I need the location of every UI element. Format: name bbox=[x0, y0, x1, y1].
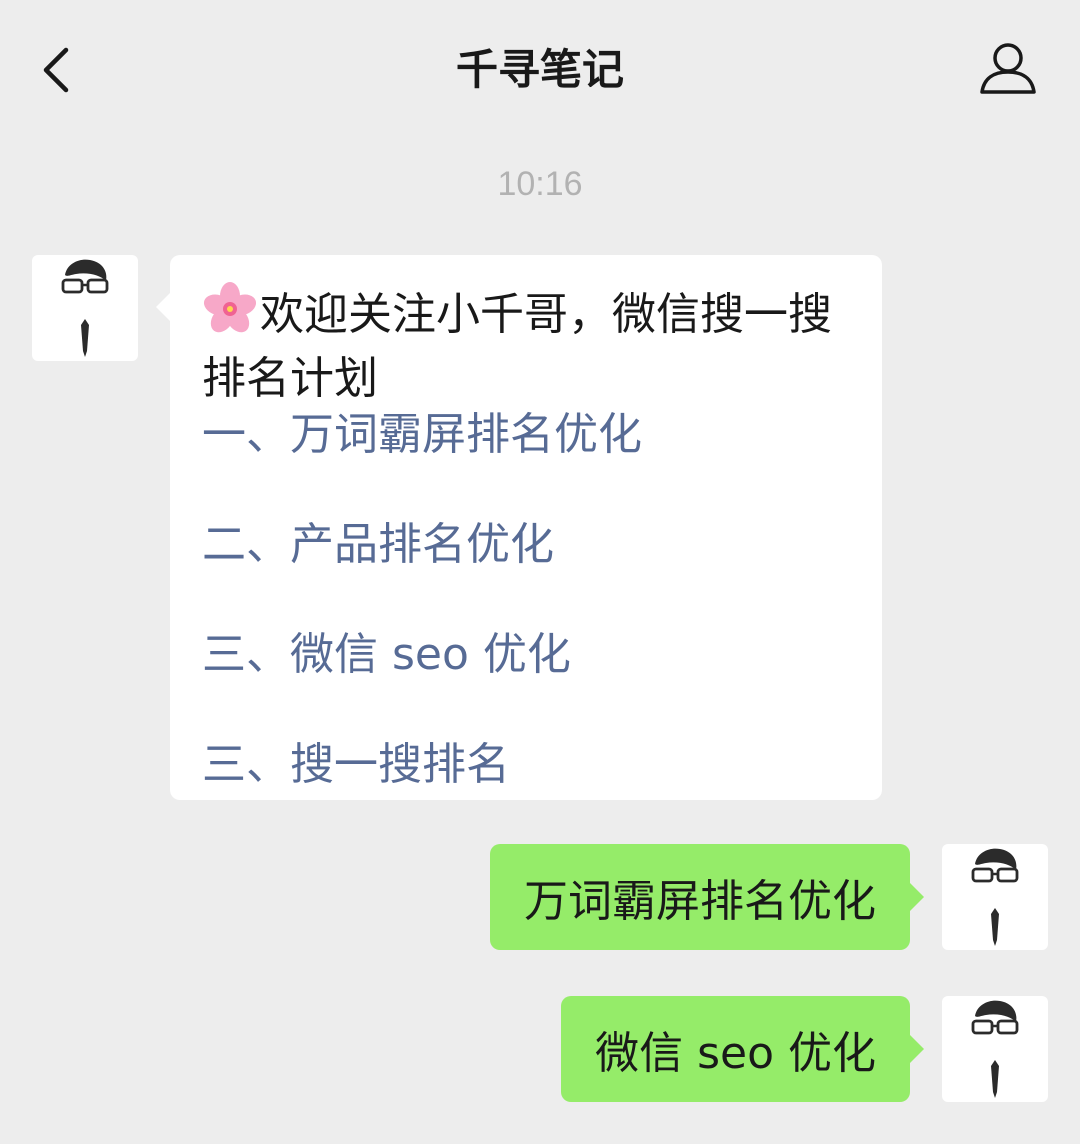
menu-item-wechat-seo[interactable]: 三、微信 seo 优化 bbox=[202, 627, 852, 683]
cherry-blossom-emoji bbox=[202, 281, 258, 351]
person-icon bbox=[980, 43, 1036, 94]
welcome-intro-text: 欢迎关注小千哥，微信搜一搜排名计划 bbox=[202, 289, 832, 404]
user-avatar[interactable] bbox=[942, 996, 1048, 1102]
welcome-text: 欢迎关注小千哥，微信搜一搜排名计划 bbox=[202, 281, 852, 407]
menu-item-product[interactable]: 二、产品排名优化 bbox=[202, 517, 852, 573]
outgoing-message-bubble: 微信 seo 优化 bbox=[561, 996, 924, 1102]
menu-item-wanci[interactable]: 一、万词霸屏排名优化 bbox=[202, 407, 852, 463]
outgoing-message-bubble: 万词霸屏排名优化 bbox=[490, 844, 924, 950]
outgoing-message-text: 微信 seo 优化 bbox=[595, 1028, 876, 1079]
avatar-man-icon bbox=[971, 848, 1019, 946]
menu-item-search[interactable]: 三、搜一搜排名 bbox=[202, 737, 852, 793]
user-avatar[interactable] bbox=[942, 844, 1048, 950]
avatar-man-icon bbox=[971, 1000, 1019, 1098]
avatar-man-icon bbox=[61, 259, 109, 357]
profile-button[interactable] bbox=[972, 38, 1044, 102]
incoming-message-bubble: 欢迎关注小千哥，微信搜一搜排名计划 一、万词霸屏排名优化 二、产品排名优化 三、… bbox=[156, 255, 882, 800]
message-timestamp: 10:16 bbox=[497, 165, 583, 203]
chat-header: 千寻笔记 bbox=[0, 0, 1080, 140]
outgoing-message-text: 万词霸屏排名优化 bbox=[524, 876, 876, 927]
chat-title: 千寻笔记 bbox=[455, 45, 624, 94]
sender-avatar[interactable] bbox=[32, 255, 138, 361]
